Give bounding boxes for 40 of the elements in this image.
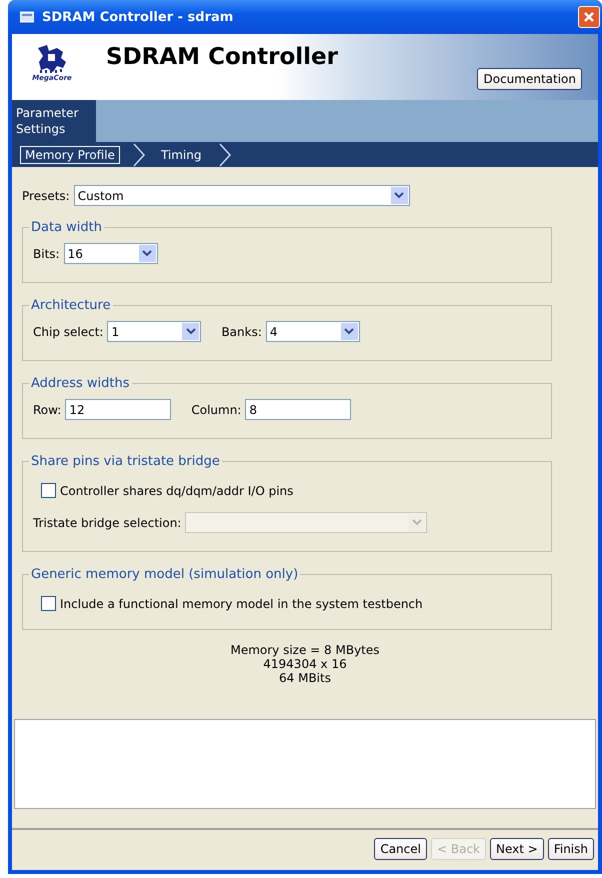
- step-tab[interactable]: Memory Profile: [20, 146, 120, 164]
- wizard-button[interactable]: Cancel: [374, 838, 427, 860]
- logo-icon: [35, 44, 69, 74]
- field-label: Chip select:: [33, 324, 104, 338]
- page-title: SDRAM Controller: [106, 44, 338, 70]
- group-title: Share pins via tristate bridge: [30, 454, 221, 469]
- checkbox-label: Include a functional memory model in the system testbench: [60, 596, 423, 610]
- step-tab[interactable]: Timing: [156, 146, 206, 164]
- dropdown[interactable]: 16: [64, 243, 158, 264]
- input-field[interactable]: 12: [65, 399, 172, 420]
- wizard-button[interactable]: Finish: [548, 838, 594, 860]
- close-button[interactable]: [578, 6, 600, 28]
- group-title: Architecture: [30, 298, 112, 313]
- chevron-icon: [132, 142, 146, 166]
- window-title: SDRAM Controller - sdram: [42, 10, 234, 24]
- summary-text: 4194304 x 16: [263, 657, 347, 671]
- field-label: Bits:: [33, 246, 60, 260]
- field-label: Banks:: [221, 324, 262, 338]
- close-icon: [583, 11, 595, 23]
- input-field[interactable]: 8: [245, 399, 352, 420]
- field-label: Presets:: [22, 188, 70, 202]
- field-label: Tristate bridge selection:: [33, 516, 182, 530]
- chevron-icon: [218, 142, 232, 166]
- summary-text: Memory size = 8 MBytes: [230, 643, 380, 657]
- field-label: Row:: [33, 402, 62, 416]
- dropdown[interactable]: 4: [266, 321, 360, 342]
- checkbox[interactable]: [41, 483, 56, 498]
- dropdown[interactable]: 1: [107, 321, 202, 342]
- wizard-button[interactable]: Next >: [490, 838, 544, 860]
- documentation-button[interactable]: Documentation: [477, 68, 582, 90]
- tab[interactable]: Parameter Settings: [12, 100, 96, 142]
- group-title: Address widths: [30, 376, 131, 391]
- group-title: Data width: [30, 220, 104, 235]
- app-icon: [20, 11, 34, 23]
- field-label: Column:: [191, 402, 242, 416]
- checkbox-label: Controller shares dq/dqm/addr I/O pins: [60, 484, 294, 498]
- group-title: Generic memory model (simulation only): [30, 567, 300, 582]
- checkbox[interactable]: [41, 596, 56, 611]
- summary-text: 64 MBits: [279, 671, 331, 685]
- presets-dropdown[interactable]: Custom: [74, 185, 410, 206]
